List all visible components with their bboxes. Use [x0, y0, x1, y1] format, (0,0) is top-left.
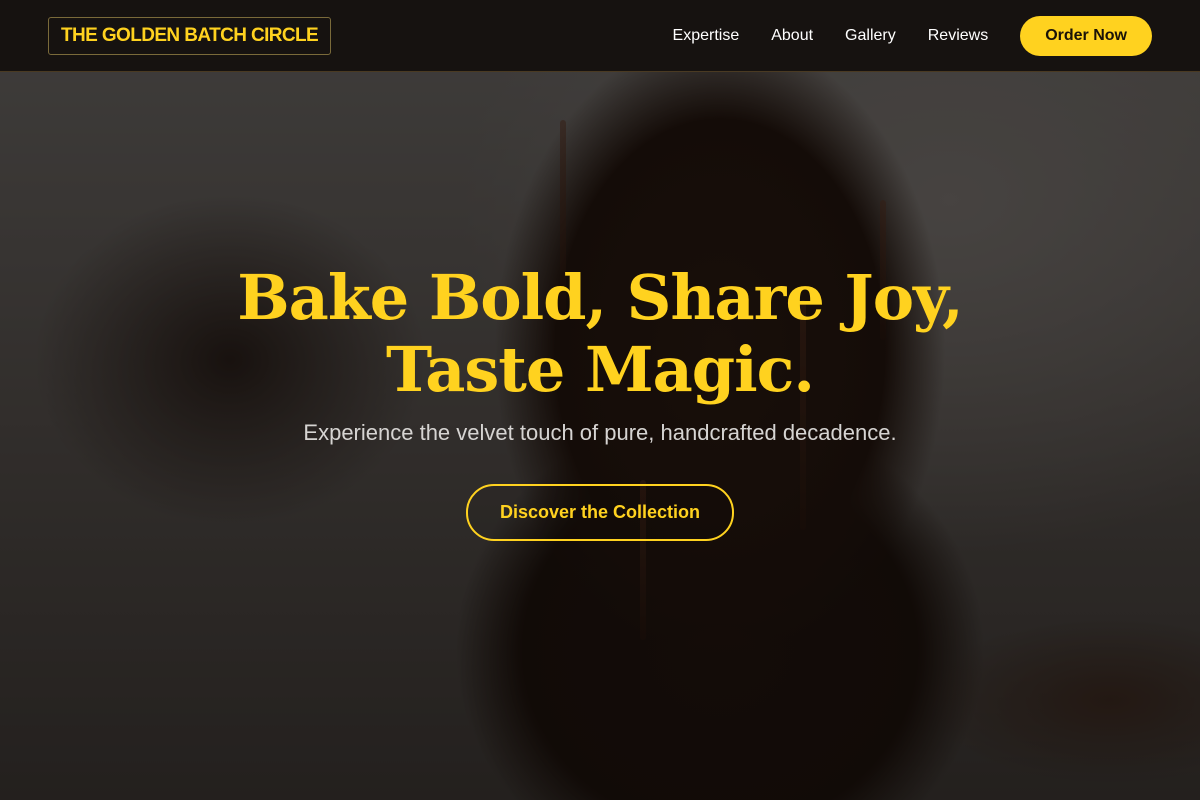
main-nav: Expertise About Gallery Reviews Order No…: [673, 15, 1152, 56]
discover-collection-button[interactable]: Discover the Collection: [465, 484, 735, 541]
nav-link-gallery[interactable]: Gallery: [845, 27, 896, 45]
brand-logo[interactable]: THE GOLDEN BATCH CIRCLE: [48, 16, 332, 55]
hero-headline: Bake Bold, Share Joy, Taste Magic.: [0, 262, 1200, 406]
site-header: THE GOLDEN BATCH CIRCLE Expertise About …: [0, 0, 1200, 72]
nav-link-expertise[interactable]: Expertise: [673, 27, 740, 45]
nav-link-reviews[interactable]: Reviews: [928, 27, 988, 45]
nav-link-about[interactable]: About: [771, 27, 813, 45]
order-now-button[interactable]: Order Now: [1020, 15, 1152, 56]
hero-section: Bake Bold, Share Joy, Taste Magic. Exper…: [0, 262, 1200, 541]
hero-headline-line-2: Taste Magic.: [386, 333, 815, 406]
hero-subtitle: Experience the velvet touch of pure, han…: [303, 420, 897, 445]
hero-headline-line-1: Bake Bold, Share Joy,: [237, 261, 963, 334]
